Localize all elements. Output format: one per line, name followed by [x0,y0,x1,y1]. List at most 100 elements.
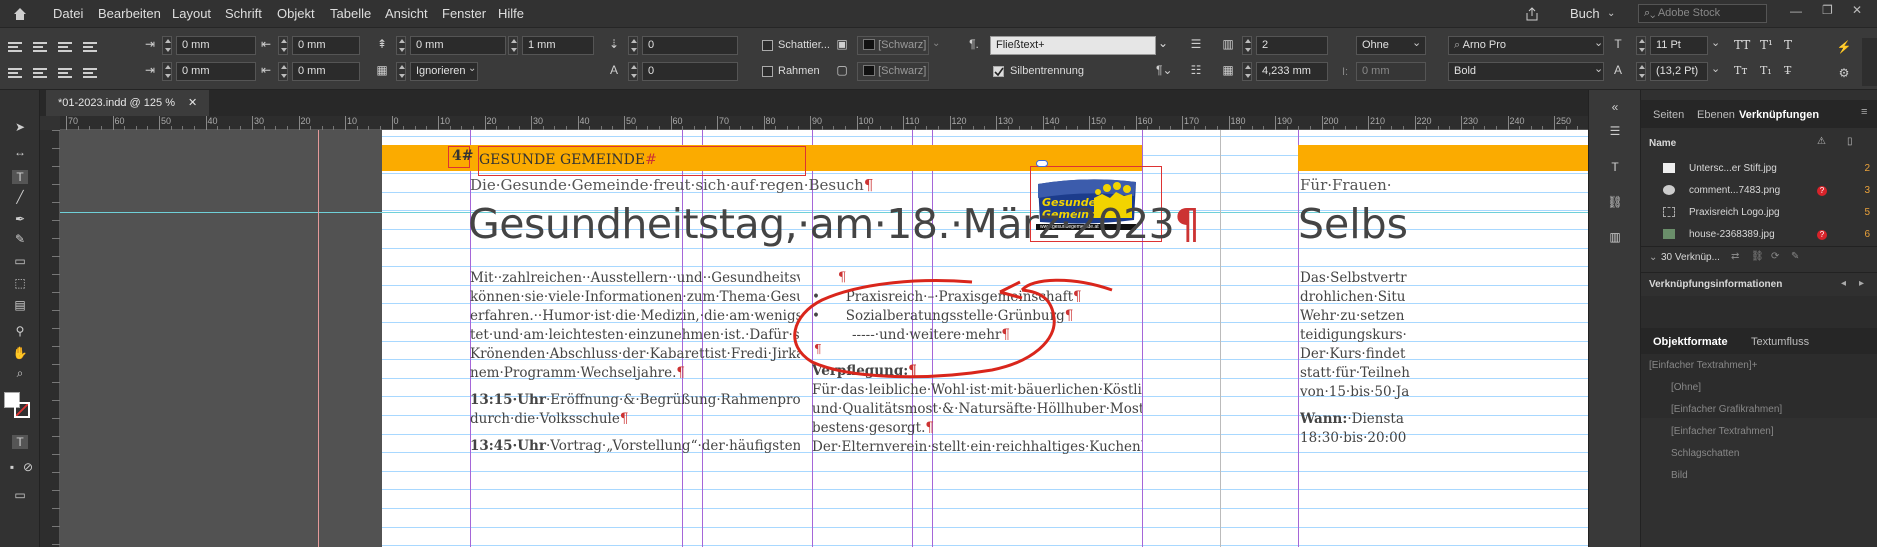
relink-icon[interactable]: ⇄ [1731,251,1739,262]
paragraph-style-select[interactable]: Fließtext+ [990,36,1156,55]
style-row[interactable]: [Einfacher Textrahmen] [1641,422,1877,444]
all-caps-icon[interactable]: TT [1734,38,1750,52]
previous-icon[interactable]: ◂ [1841,278,1846,289]
last-line-indent-field[interactable]: 0 mm [292,62,360,81]
align-to-grid-stepper[interactable] [396,62,406,81]
zoom-tool-icon[interactable]: ⌕ [12,366,28,380]
style-row[interactable]: Schlagschatten [1641,444,1877,466]
menu-schrift[interactable]: Schrift [225,6,262,21]
shading-color-select[interactable]: [Schwarz] [857,36,929,55]
chevron-down-icon[interactable]: ⌄ [1649,252,1657,263]
document-tab[interactable]: *01-2023.indd @ 125 % ✕ [46,90,210,116]
adobe-stock-search[interactable]: ⌕⌄ Adobe Stock [1638,4,1767,23]
columns-stepper[interactable] [1242,36,1252,55]
tab-seiten[interactable]: Seiten [1653,109,1684,121]
edit-original-icon[interactable]: ✎ [1791,251,1799,262]
chevron-down-icon[interactable]: ⌄ [1158,36,1168,50]
shading-settings-icon[interactable]: ▣ [834,37,850,51]
vertical-ruler[interactable] [40,130,60,547]
span-gutter-field[interactable]: 0 mm [1356,62,1426,81]
collapse-panels-icon[interactable]: « [1607,100,1623,114]
first-line-indent-field[interactable]: 0 mm [176,62,256,81]
tab-objektformate[interactable]: Objektformate [1653,336,1728,348]
align-center-icon[interactable] [33,42,47,52]
leading-field[interactable]: (13,2 Pt) [1650,62,1708,81]
border-settings-icon[interactable]: ▢ [834,63,850,77]
gutter-stepper[interactable] [1242,62,1252,81]
menu-hilfe[interactable]: Hilfe [498,6,524,21]
style-row[interactable]: [Ohne] [1641,378,1877,400]
chevron-down-icon[interactable]: ⌄ [1594,36,1603,49]
missing-link-icon[interactable]: ? [1817,186,1827,196]
columns-field[interactable]: 2 [1256,36,1328,55]
chevron-down-icon[interactable]: ⌄ [1711,62,1720,75]
rectangle-frame-tool-icon[interactable]: ▭ [12,254,28,268]
style-row[interactable]: Bild [1641,466,1877,488]
tab-ebenen[interactable]: Ebenen [1697,109,1735,121]
right-indent-field[interactable]: 0 mm [292,36,360,55]
link-row[interactable]: Praxisreich Logo.jpg 5 [1641,202,1877,224]
tab-textumfluss[interactable]: Textumfluss [1751,336,1809,348]
drop-cap-lines-field[interactable]: 0 [642,36,738,55]
font-family-select[interactable]: ⌕ Arno Pro [1448,36,1604,55]
last-line-indent-stepper[interactable] [278,62,288,81]
menu-ansicht[interactable]: Ansicht [385,6,428,21]
pencil-tool-icon[interactable]: ✎ [12,232,28,246]
update-link-icon[interactable]: ⟳ [1771,251,1779,262]
chevron-down-icon[interactable]: ⌄ [468,63,476,74]
text-tool-icon[interactable]: T [12,170,28,184]
left-indent-stepper[interactable] [162,36,172,55]
numbered-list-icon[interactable]: ☷ [1188,63,1204,77]
close-window-button[interactable]: ✕ [1852,3,1862,17]
align-right-icon[interactable] [58,42,72,52]
space-after-stepper[interactable] [508,36,518,55]
chevron-down-icon[interactable]: ⌄ [1594,62,1603,75]
chevron-down-icon[interactable]: ⌄ [1607,8,1615,19]
chevron-down-icon[interactable]: ⌄ [1412,36,1421,49]
menu-objekt[interactable]: Objekt [277,6,315,21]
menu-tabelle[interactable]: Tabelle [330,6,371,21]
settings-gear-icon[interactable]: ⚙ [1836,66,1852,80]
strikethrough-icon[interactable]: T̶ [1784,64,1791,77]
space-after-field[interactable]: 1 mm [522,36,594,55]
menu-datei[interactable]: Datei [53,6,83,21]
apply-color-icon[interactable]: ▪ [4,460,20,474]
drop-cap-chars-field[interactable]: 0 [642,62,738,81]
minimize-button[interactable]: — [1790,4,1802,18]
chevron-down-icon[interactable]: ⌄ [932,38,940,49]
tab-verknuepfungen[interactable]: Verknüpfungen [1739,109,1819,121]
drop-cap-lines-stepper[interactable] [628,36,638,55]
shading-checkbox[interactable] [762,40,773,51]
gradient-tool-icon[interactable]: ▤ [12,298,28,312]
stroke-swatch[interactable] [14,402,30,418]
pen-tool-icon[interactable]: ✒ [12,212,28,226]
missing-link-icon[interactable]: ? [1817,230,1827,240]
underline-icon[interactable]: T [1784,38,1792,52]
line-tool-icon[interactable]: ╱ [12,190,28,204]
first-line-indent-stepper[interactable] [162,62,172,81]
screen-mode-icon[interactable]: ▭ [12,488,28,502]
menu-bearbeiten[interactable]: Bearbeiten [98,6,161,21]
justify-left-icon[interactable] [8,68,22,78]
menu-layout[interactable]: Layout [172,6,211,21]
subscript-icon[interactable]: T₁ [1760,64,1772,77]
home-icon[interactable] [12,6,28,22]
gap-tool-icon[interactable]: ↔ [12,145,28,159]
character-styles-icon[interactable]: T [1607,160,1623,174]
paragraph-marker-icon[interactable]: ¶⌄ [1156,63,1173,77]
share-icon[interactable] [1524,6,1540,22]
close-icon[interactable]: ✕ [188,97,197,109]
hand-tool-icon[interactable]: ✋ [12,346,28,360]
hyphenation-checkbox[interactable] [993,66,1004,77]
restore-button[interactable]: ❐ [1822,3,1833,17]
workspace-switcher[interactable]: Buch [1570,6,1600,21]
bulleted-list-icon[interactable]: ☰ [1188,37,1204,51]
paragraph-styles-icon[interactable]: ☰ [1607,124,1623,138]
pasteboard[interactable]: 4# GESUNDE GEMEINDE# Gesunde Gemeinde ww… [60,130,1588,547]
align-towards-spine-icon[interactable] [83,42,97,52]
font-style-select[interactable]: Bold [1448,62,1604,81]
formatting-text-icon[interactable]: T [12,435,28,449]
chevron-down-icon[interactable]: ⌄ [1711,36,1720,49]
free-transform-tool-icon[interactable]: ⬚ [12,276,28,290]
links-panel-icon[interactable]: ⛓ [1607,195,1623,209]
